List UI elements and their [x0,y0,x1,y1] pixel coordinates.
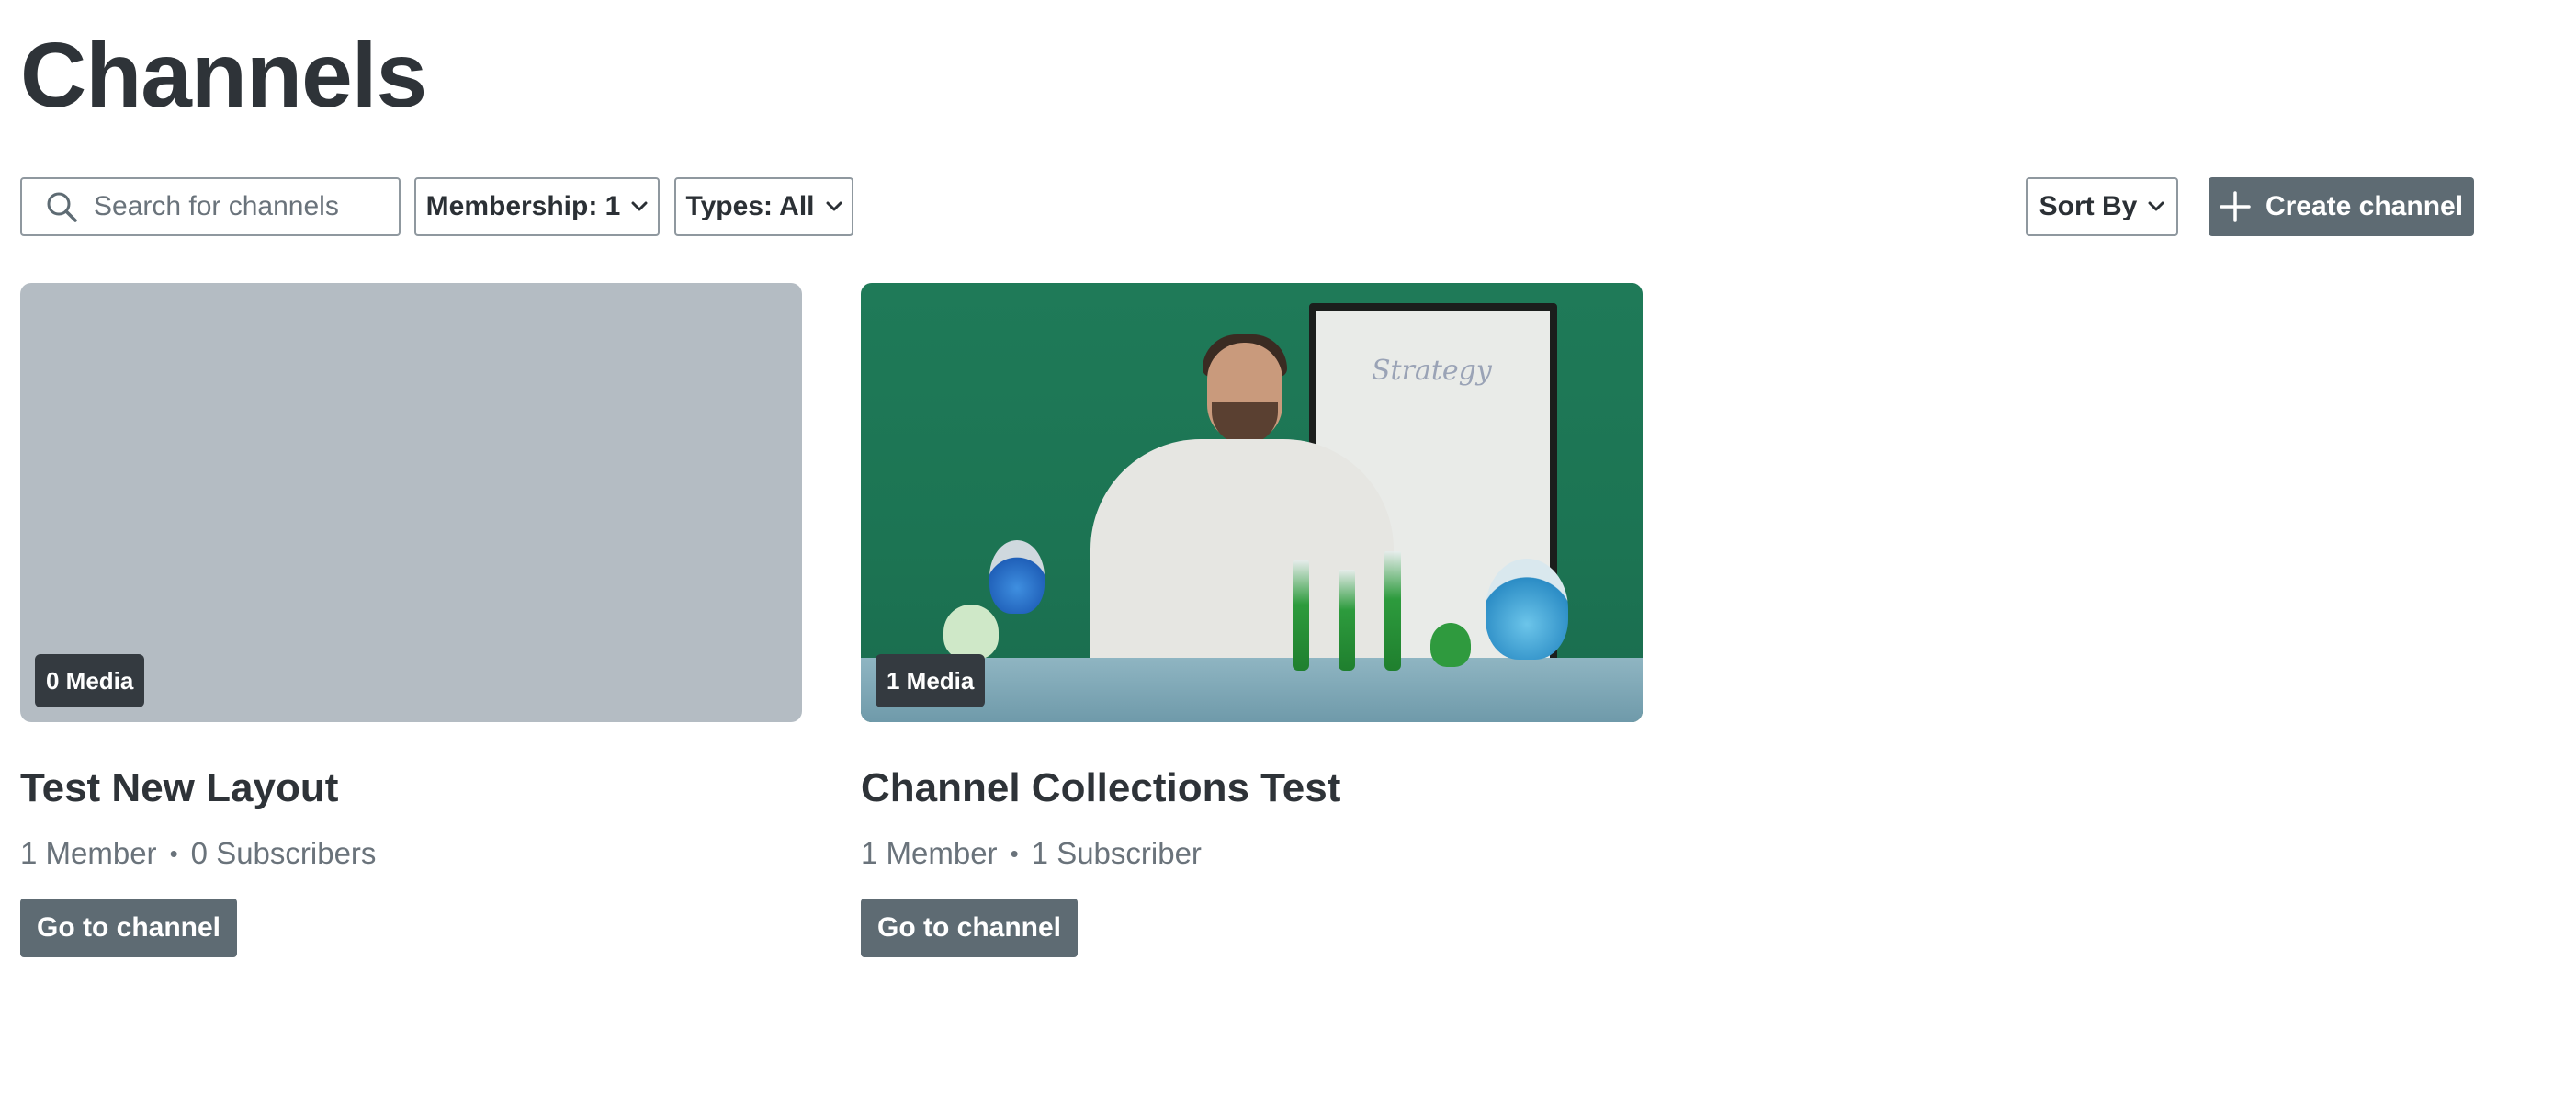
search-input[interactable] [94,179,448,234]
sort-by-dropdown[interactable]: Sort By [2026,177,2178,236]
create-channel-button[interactable]: Create channel [2209,177,2474,236]
membership-filter-label: Membership: 1 [425,191,621,221]
plus-icon [2220,191,2251,222]
subscriber-count: 1 Subscriber [1031,836,1202,870]
chevron-down-icon [631,201,648,212]
subscriber-count: 0 Subscribers [190,836,377,870]
channel-meta: 1 Member • 1 Subscriber [861,834,1643,873]
chevron-down-icon [826,201,842,212]
separator-dot: • [169,840,178,867]
create-channel-label: Create channel [2265,191,2464,221]
page-title: Channels [20,24,427,127]
separator-dot: • [1010,840,1019,867]
chevron-down-icon [2148,201,2164,212]
media-count-badge: 0 Media [35,654,145,707]
go-to-channel-button[interactable]: Go to channel [20,899,238,957]
channel-card: 0 Media Test New Layout 1 Member • 0 Sub… [20,283,802,957]
search-icon [46,191,77,222]
types-filter-label: Types: All [685,191,815,221]
channel-meta: 1 Member • 0 Subscribers [20,834,802,873]
channel-thumbnail-placeholder[interactable]: 0 Media [20,283,802,722]
channel-title: Channel Collections Test [861,765,1341,810]
media-count-badge: 1 Media [876,654,986,707]
search-box[interactable] [20,177,448,236]
sort-by-label: Sort By [2039,191,2138,221]
member-count: 1 Member [20,836,157,870]
member-count: 1 Member [861,836,998,870]
channel-card: Strategy 1 Media Channel Collections Tes… [861,283,1643,957]
types-filter-dropdown[interactable]: Types: All [674,177,853,236]
go-to-channel-button[interactable]: Go to channel [861,899,1079,957]
channel-title: Test New Layout [20,765,339,810]
channel-thumbnail[interactable]: Strategy 1 Media [861,283,1643,722]
membership-filter-dropdown[interactable]: Membership: 1 [414,177,660,236]
